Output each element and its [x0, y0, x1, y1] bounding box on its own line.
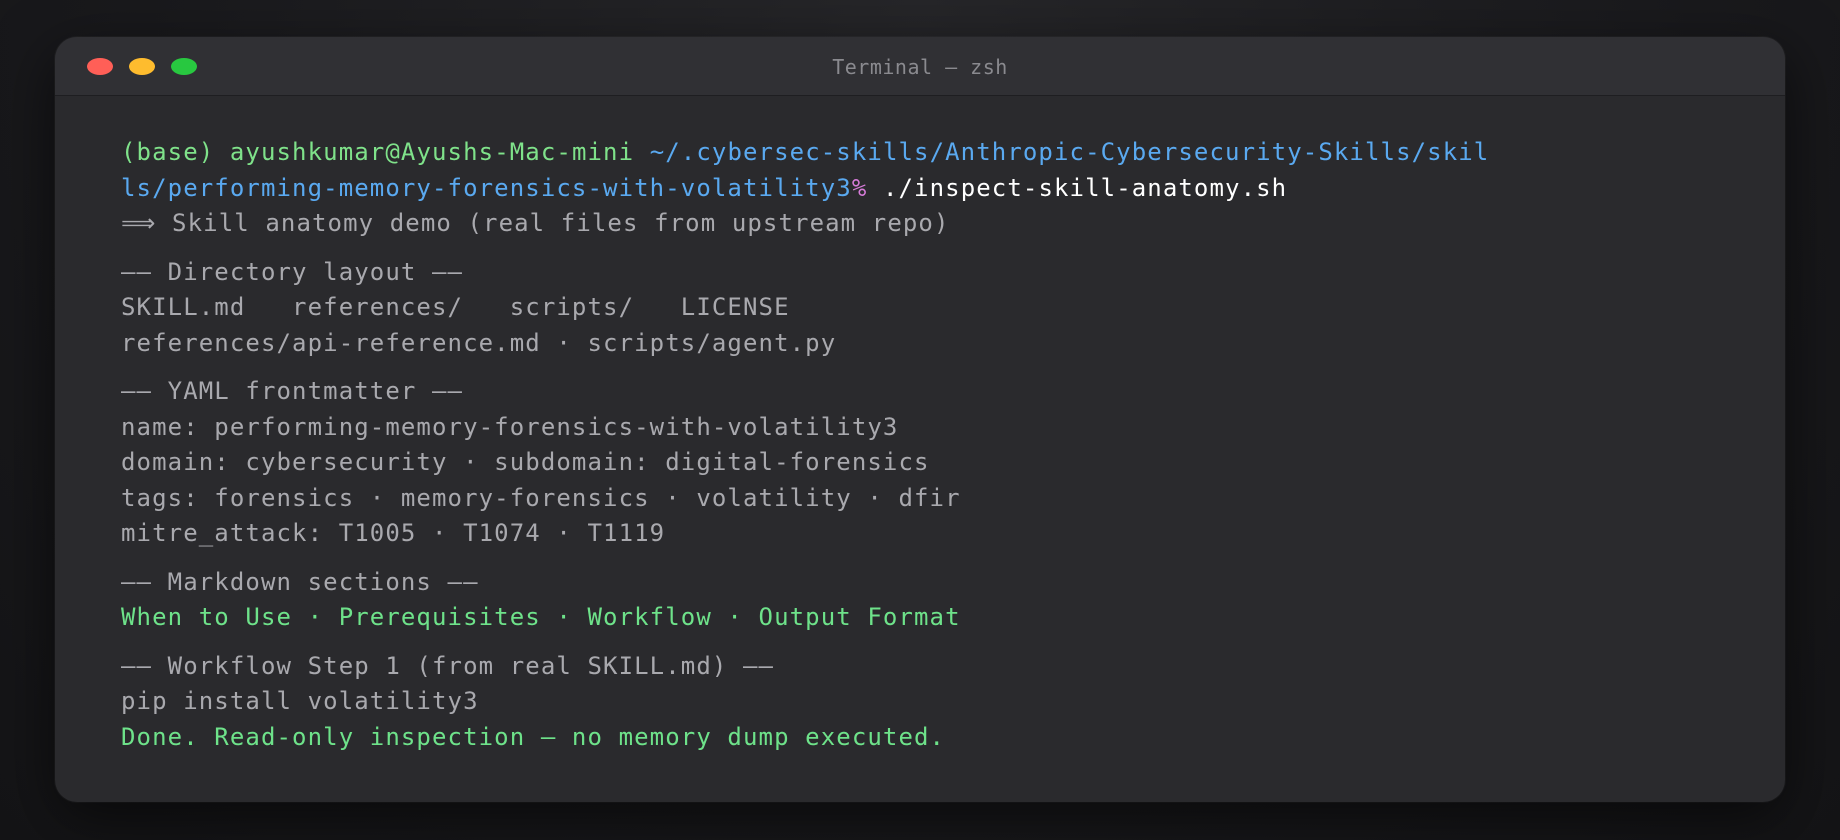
conda-env: (base)	[121, 138, 215, 166]
title-bar[interactable]: Terminal — zsh	[55, 37, 1785, 96]
markdown-sections-header: —— Markdown sections ——	[121, 567, 479, 596]
directory-files: references/api-reference.md · scripts/ag…	[121, 328, 837, 357]
cwd-path-part2: ls/performing-memory-forensics-with-vola…	[121, 173, 852, 202]
prompt-line-1: (base) ayushkumar@Ayushs-Mac-mini ~/.cyb…	[121, 135, 1725, 171]
workflow-step-header: —— Workflow Step 1 (from real SKILL.md) …	[121, 651, 775, 680]
cwd-path-part1: ~/.cybersec-skills/Anthropic-Cybersecuri…	[649, 138, 1490, 166]
directory-layout-header: —— Directory layout ——	[121, 257, 464, 286]
directory-listing: SKILL.md references/ scripts/ LICENSE	[121, 293, 790, 321]
user-host: ayushkumar@Ayushs-Mac-mini	[229, 138, 635, 166]
done-message: Done. Read-only inspection — no memory d…	[121, 722, 946, 751]
prompt-symbol: %	[851, 173, 868, 202]
yaml-mitre-attack: mitre_attack: T1005 · T1074 · T1119	[121, 519, 666, 547]
yaml-domain: domain: cybersecurity · subdomain: digit…	[121, 448, 930, 476]
command-text: ./inspect-skill-anatomy.sh	[882, 173, 1288, 202]
markdown-sections-list: When to Use · Prerequisites · Workflow ·…	[121, 603, 961, 631]
prompt-line-2: ls/performing-memory-forensics-with-vola…	[121, 171, 1725, 207]
window-title: Terminal — zsh	[832, 55, 1008, 79]
terminal-output[interactable]: (base) ayushkumar@Ayushs-Mac-mini ~/.cyb…	[121, 135, 1725, 755]
workflow-step-command: pip install volatility3	[121, 687, 479, 715]
intro-line: ⟹ Skill anatomy demo (real files from up…	[121, 209, 950, 237]
yaml-tags: tags: forensics · memory-forensics · vol…	[121, 483, 961, 512]
yaml-name: name: performing-memory-forensics-with-v…	[121, 412, 899, 441]
terminal-window: Terminal — zsh (base) ayushkumar@Ayushs-…	[55, 37, 1785, 802]
yaml-frontmatter-header: —— YAML frontmatter ——	[121, 377, 464, 405]
